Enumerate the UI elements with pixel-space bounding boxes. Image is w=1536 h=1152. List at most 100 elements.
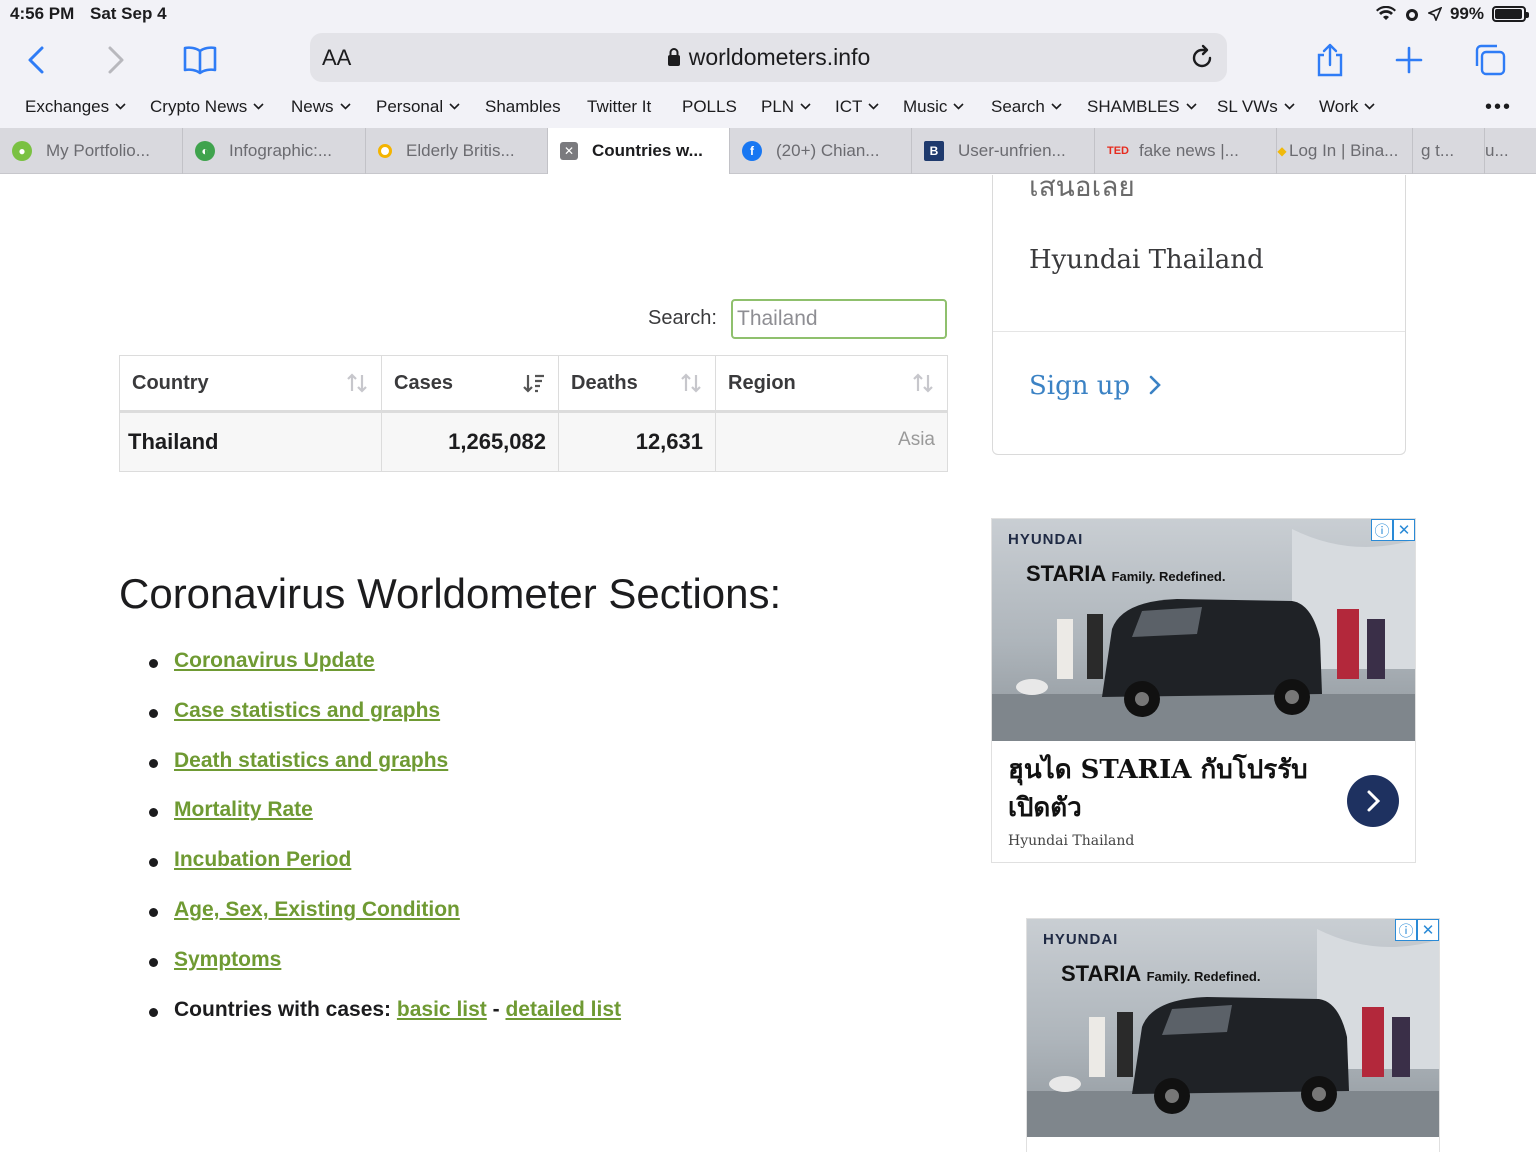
close-icon[interactable]: ✕ xyxy=(1417,919,1439,941)
bookmark-music[interactable]: Music xyxy=(903,97,964,117)
new-tab-button[interactable] xyxy=(1389,40,1429,80)
close-icon[interactable]: ✕ xyxy=(1393,519,1415,541)
bookmark-exchanges[interactable]: Exchanges xyxy=(25,97,126,117)
facebook-icon: f xyxy=(742,141,762,161)
chevron-down-icon xyxy=(1364,103,1375,110)
address-field[interactable]: worldometers.info xyxy=(310,44,1227,71)
link-mortality-rate[interactable]: Mortality Rate xyxy=(174,798,313,821)
link-detailed-list[interactable]: detailed list xyxy=(505,998,621,1021)
tab-fake-news[interactable]: TED fake news |... xyxy=(1095,128,1277,174)
bookmark-crypto-news[interactable]: Crypto News xyxy=(150,97,264,117)
more-icon[interactable]: ••• xyxy=(1485,96,1512,119)
sort-icon xyxy=(347,373,367,393)
chevron-down-icon xyxy=(449,103,460,110)
sort-descending-icon xyxy=(523,374,544,393)
ad-arrow-button[interactable] xyxy=(1347,775,1399,827)
sidebar-card: เสนอเลย Hyundai Thailand Sign up xyxy=(992,175,1406,455)
sort-icon xyxy=(681,373,701,393)
link-case-statistics[interactable]: Case statistics and graphs xyxy=(174,699,440,722)
list-item: Death statistics and graphs xyxy=(119,749,621,799)
ad-headline[interactable]: ฮุนได STARIA กับโปรรับเปิดตัว xyxy=(1008,751,1308,827)
cell-country: Thailand xyxy=(119,411,382,472)
bookmark-pln[interactable]: PLN xyxy=(761,97,811,117)
battery-icon xyxy=(1492,6,1529,22)
tab-facebook[interactable]: f (20+) Chian... xyxy=(730,128,912,174)
link-basic-list[interactable]: basic list xyxy=(397,998,487,1021)
tab-label: g t... xyxy=(1421,141,1455,160)
bookmark-search[interactable]: Search xyxy=(991,97,1062,117)
bookmark-shambles-caps[interactable]: SHAMBLES xyxy=(1087,97,1197,117)
status-time: 4:56 PM xyxy=(10,4,75,23)
close-icon[interactable]: ✕ xyxy=(560,142,578,160)
cell-deaths: 12,631 xyxy=(558,411,716,472)
list-item: Symptoms xyxy=(119,948,621,998)
ad-hyundai-staria[interactable]: HYUNDAI STARIA Family. Redefined. ⓘ ✕ ฮุน… xyxy=(991,518,1416,863)
google-icon xyxy=(378,144,392,158)
tab-label: User-unfrien... xyxy=(958,141,1066,160)
column-header-cases[interactable]: Cases xyxy=(381,355,559,413)
link-coronavirus-update[interactable]: Coronavirus Update xyxy=(174,649,375,672)
chevron-down-icon xyxy=(115,103,126,110)
ad-image[interactable]: HYUNDAI STARIA Family. Redefined. ⓘ ✕ xyxy=(1027,919,1439,1137)
link-age-sex-condition[interactable]: Age, Sex, Existing Condition xyxy=(174,898,460,921)
bookmark-work[interactable]: Work xyxy=(1319,97,1375,117)
tab-infographic[interactable]: ◐ Infographic:... xyxy=(183,128,366,174)
chevron-right-icon xyxy=(1150,375,1162,395)
tab-my-portfolio[interactable]: ● My Portfolio... xyxy=(0,128,183,174)
bookmark-sl-vws[interactable]: SL VWs xyxy=(1217,97,1295,117)
status-date: Sat Sep 4 xyxy=(90,4,167,23)
search-input[interactable] xyxy=(731,299,947,339)
link-symptoms[interactable]: Symptoms xyxy=(174,948,281,971)
ad-controls: ⓘ ✕ xyxy=(1371,519,1415,541)
ad-image[interactable]: HYUNDAI STARIA Family. Redefined. ⓘ ✕ xyxy=(992,519,1415,741)
bookmark-shambles[interactable]: Shambles xyxy=(485,97,561,117)
info-icon[interactable]: ⓘ xyxy=(1371,519,1393,541)
cell-region: Asia xyxy=(715,411,948,472)
link-death-statistics[interactable]: Death statistics and graphs xyxy=(174,749,448,772)
tab-overview-button[interactable] xyxy=(1470,40,1510,80)
tab-collapsed-2[interactable]: u... xyxy=(1485,128,1536,174)
column-header-region[interactable]: Region xyxy=(715,355,948,413)
chevron-down-icon xyxy=(1284,103,1295,110)
bookmark-twitter-it[interactable]: Twitter It xyxy=(587,97,651,117)
bookmarks-button[interactable] xyxy=(180,40,220,80)
tab-collapsed-1[interactable]: g t... xyxy=(1413,128,1485,174)
table-header-row: Country Cases Deaths Region xyxy=(119,355,948,413)
bookmark-personal[interactable]: Personal xyxy=(376,97,460,117)
tab-label: Log In | Bina... xyxy=(1289,141,1399,160)
address-bar[interactable]: AA worldometers.info xyxy=(310,33,1227,82)
bookmark-ict[interactable]: ICT xyxy=(835,97,879,117)
countries-with-cases-label: Countries with cases: xyxy=(174,997,392,1021)
list-item: Mortality Rate xyxy=(119,798,621,848)
tab-bar: ● My Portfolio... ◐ Infographic:... Elderl… xyxy=(0,128,1536,174)
plus-icon xyxy=(1395,46,1423,74)
column-header-country[interactable]: Country xyxy=(119,355,382,413)
van-illustration xyxy=(1027,929,1439,1137)
battery-percent: 99% xyxy=(1449,4,1484,23)
share-button[interactable] xyxy=(1310,40,1350,80)
status-indicators: 99% xyxy=(1375,4,1529,24)
tab-user-unfriend[interactable]: B User-unfrien... xyxy=(912,128,1095,174)
ad-hyundai-staria-2[interactable]: HYUNDAI STARIA Family. Redefined. ⓘ ✕ xyxy=(1026,918,1440,1152)
sections-list: Coronavirus Update Case statistics and g… xyxy=(119,649,621,1047)
web-content: Search: Country Cases Deaths Region Thai… xyxy=(0,175,1536,1152)
chevron-down-icon xyxy=(868,103,879,110)
reload-button[interactable] xyxy=(1189,43,1215,76)
bookmark-polls[interactable]: POLLS xyxy=(682,97,737,117)
tab-countries[interactable]: ✕ Countries w... xyxy=(548,128,730,174)
infographic-icon: ◐ xyxy=(195,141,215,161)
table-row: Thailand 1,265,082 12,631 Asia xyxy=(119,411,948,472)
tabs-icon xyxy=(1475,44,1506,76)
sign-up-link[interactable]: Sign up xyxy=(1029,371,1162,401)
book-icon xyxy=(183,46,217,75)
bookmark-news[interactable]: News xyxy=(291,97,351,117)
link-incubation-period[interactable]: Incubation Period xyxy=(174,848,351,871)
info-icon[interactable]: ⓘ xyxy=(1395,919,1417,941)
alarm-icon xyxy=(1405,9,1418,21)
back-button[interactable] xyxy=(16,40,56,80)
tab-elderly-britis[interactable]: Elderly Britis... xyxy=(366,128,548,174)
column-header-deaths[interactable]: Deaths xyxy=(558,355,716,413)
forward-button[interactable] xyxy=(96,40,136,80)
tab-label: (20+) Chian... xyxy=(776,141,880,160)
tab-binance[interactable]: ◆ Log In | Bina... xyxy=(1277,128,1413,174)
